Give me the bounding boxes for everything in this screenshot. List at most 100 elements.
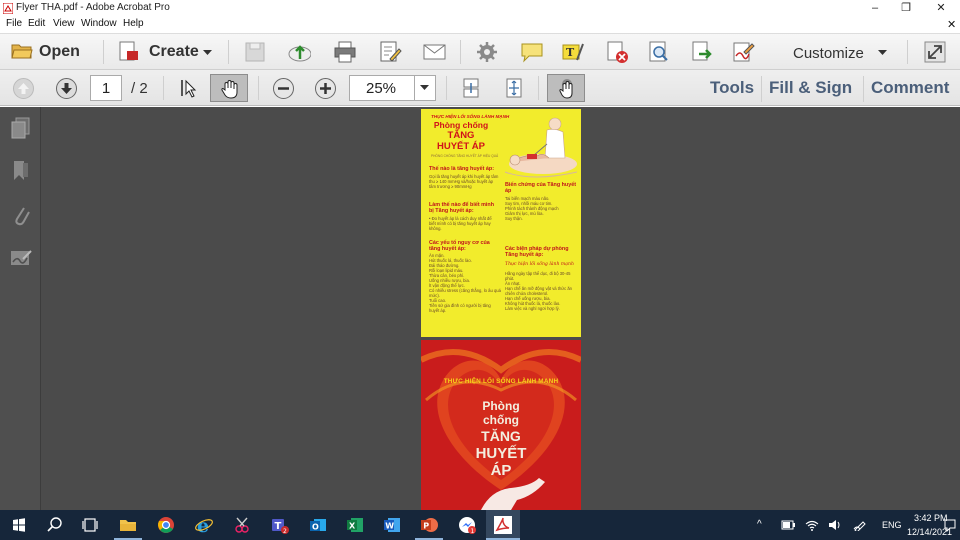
previous-page-icon[interactable] bbox=[12, 77, 35, 100]
close-document-button[interactable]: ✕ bbox=[947, 18, 956, 31]
chevron-down-icon bbox=[203, 50, 212, 55]
print-icon[interactable] bbox=[333, 40, 357, 64]
teams-icon[interactable]: T2 bbox=[270, 515, 290, 535]
p2-banner: THỰC HIỆN LỐI SỐNG LÀNH MẠNH bbox=[443, 378, 559, 385]
p2-line1: Phòng bbox=[482, 399, 520, 413]
minimize-button[interactable]: – bbox=[858, 0, 892, 17]
list-item: Tiền sử gia đình có người bị tăng huyết … bbox=[429, 303, 491, 314]
separator bbox=[761, 76, 762, 102]
comment-bubble-icon[interactable] bbox=[520, 41, 544, 65]
clock-time[interactable]: 3:42 PM bbox=[914, 513, 948, 523]
separator bbox=[228, 40, 229, 64]
sign-document-icon[interactable] bbox=[731, 40, 755, 64]
close-window-button[interactable]: ✕ bbox=[924, 0, 958, 17]
email-icon[interactable] bbox=[422, 41, 446, 65]
svg-text:W: W bbox=[385, 522, 394, 531]
gear-icon[interactable] bbox=[476, 41, 500, 65]
tools-link[interactable]: Tools bbox=[710, 78, 754, 98]
restore-button[interactable]: ❐ bbox=[889, 0, 923, 17]
comment-link[interactable]: Comment bbox=[871, 78, 949, 98]
doctor-patient-illustration bbox=[504, 117, 578, 178]
internet-explorer-icon[interactable]: e bbox=[194, 515, 214, 535]
chrome-icon[interactable] bbox=[156, 515, 176, 535]
volume-icon[interactable] bbox=[828, 519, 842, 531]
separator bbox=[414, 76, 415, 100]
snipping-tool-icon[interactable] bbox=[232, 515, 252, 535]
menu-file[interactable]: File bbox=[6, 18, 22, 29]
windows-start-icon[interactable] bbox=[9, 515, 29, 535]
chevron-down-icon bbox=[420, 85, 429, 90]
edit-document-icon[interactable] bbox=[378, 40, 402, 64]
list-item: Hạn chế ăn mỡ động vật và thức ăn chiên … bbox=[505, 286, 573, 297]
document-search-icon[interactable] bbox=[647, 40, 671, 64]
input-language[interactable]: ENG bbox=[882, 520, 902, 530]
page-thumbnails-icon[interactable] bbox=[10, 117, 31, 139]
window-title: Flyer THA.pdf - Adobe Acrobat Pro bbox=[16, 2, 170, 13]
svg-text:O: O bbox=[312, 523, 319, 532]
hand-tool-button[interactable] bbox=[210, 74, 248, 102]
menu-window[interactable]: Window bbox=[81, 18, 117, 29]
p2-line2: chống bbox=[483, 413, 519, 427]
create-button[interactable]: Create bbox=[112, 37, 217, 67]
acrobat-app-icon bbox=[3, 3, 13, 14]
scrolling-mode-icon[interactable] bbox=[460, 77, 482, 99]
menu-help[interactable]: Help bbox=[123, 18, 144, 29]
task-view-icon[interactable] bbox=[80, 515, 100, 535]
notifications-icon[interactable] bbox=[944, 519, 956, 532]
menu-view[interactable]: View bbox=[53, 18, 75, 29]
customize-label: Customize bbox=[793, 45, 864, 62]
excel-icon[interactable]: X bbox=[345, 515, 365, 535]
full-screen-icon[interactable] bbox=[924, 41, 948, 65]
p1-s3-title: Các yếu tố nguy cơ của tăng huyết áp: bbox=[429, 240, 490, 252]
separator bbox=[103, 40, 104, 64]
menu-edit[interactable]: Edit bbox=[28, 18, 45, 29]
zoom-in-icon[interactable] bbox=[314, 77, 337, 100]
customize-button[interactable]: Customize bbox=[785, 37, 897, 67]
fit-page-icon[interactable] bbox=[503, 77, 525, 99]
show-hidden-icons-chevron[interactable]: ^ bbox=[757, 519, 762, 530]
zoom-out-icon[interactable] bbox=[272, 77, 295, 100]
powerpoint-icon[interactable]: P bbox=[419, 515, 439, 535]
open-button[interactable]: Open bbox=[6, 37, 86, 67]
word-icon[interactable]: W bbox=[382, 515, 402, 535]
save-icon[interactable] bbox=[243, 40, 267, 64]
touch-mode-button[interactable] bbox=[547, 74, 585, 102]
folder-open-icon bbox=[11, 44, 33, 59]
navigation-toolbar: / 2 25% Tools Fill & Sign bbox=[0, 70, 960, 106]
bookmarks-icon[interactable] bbox=[12, 160, 29, 182]
signatures-icon[interactable] bbox=[9, 247, 33, 269]
file-explorer-icon[interactable] bbox=[118, 515, 138, 535]
p2-line3: TĂNG bbox=[481, 428, 521, 444]
page-number-input[interactable] bbox=[90, 75, 122, 101]
cloud-upload-icon[interactable] bbox=[287, 40, 311, 64]
pen-workspace-icon[interactable] bbox=[853, 519, 867, 531]
delete-page-icon[interactable] bbox=[605, 40, 629, 64]
next-page-icon[interactable] bbox=[55, 77, 78, 100]
acrobat-icon bbox=[494, 516, 512, 534]
separator bbox=[538, 76, 539, 100]
messenger-icon[interactable]: 1 bbox=[457, 515, 477, 535]
p1-title-line3: HUYẾT ÁP bbox=[436, 141, 486, 152]
attachments-icon[interactable] bbox=[11, 203, 31, 227]
pdf-page-1: THỰC HIỆN LỐI SỐNG LÀNH MẠNH Phòng chống… bbox=[421, 109, 581, 337]
p1-title-line1: Phòng chống bbox=[433, 120, 489, 130]
extract-pages-icon[interactable] bbox=[690, 40, 714, 64]
battery-icon[interactable] bbox=[781, 520, 795, 530]
p1-s5-title: Các biện pháp dự phòng Tăng huyết áp: bbox=[505, 246, 569, 258]
highlight-text-icon[interactable]: T bbox=[561, 40, 585, 64]
search-icon[interactable] bbox=[45, 515, 65, 535]
create-pdf-icon bbox=[119, 41, 138, 61]
p1-s4-title: Biến chứng của Tăng huyết áp bbox=[505, 182, 576, 194]
list-item: Suy thận. bbox=[505, 216, 523, 222]
outlook-icon[interactable]: O bbox=[308, 515, 328, 535]
acrobat-taskbar-button[interactable] bbox=[486, 510, 520, 540]
wifi-icon[interactable] bbox=[805, 519, 819, 531]
create-label: Create bbox=[149, 43, 199, 60]
fill-sign-link[interactable]: Fill & Sign bbox=[769, 78, 852, 98]
svg-text:2: 2 bbox=[283, 528, 287, 535]
zoom-value: 25% bbox=[366, 80, 397, 97]
select-cursor-icon[interactable] bbox=[176, 77, 198, 99]
menu-bar: File Edit View Window Help ✕ bbox=[0, 17, 960, 32]
title-bar: Flyer THA.pdf - Adobe Acrobat Pro – ❐ ✕ bbox=[0, 0, 960, 17]
zoom-select[interactable]: 25% bbox=[349, 75, 436, 101]
